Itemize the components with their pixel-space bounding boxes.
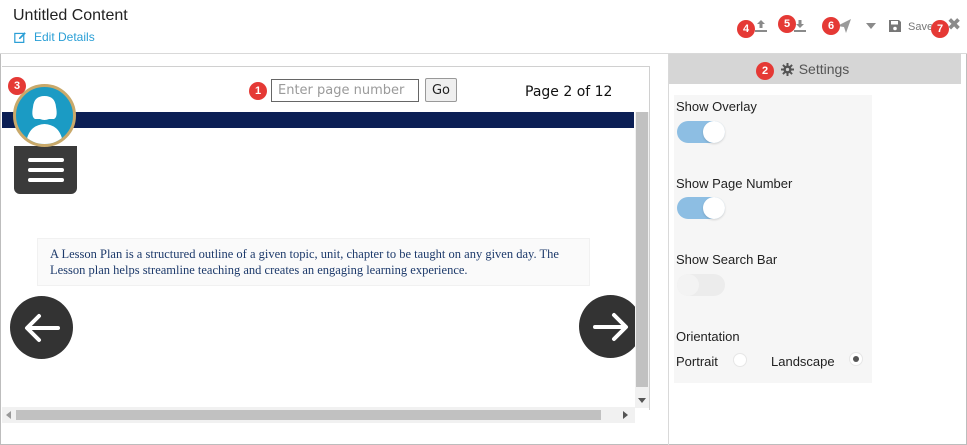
show-page-number-toggle[interactable]: [677, 197, 725, 219]
page-indicator: Page 2 of 12: [525, 84, 613, 100]
horizontal-scrollbar[interactable]: [2, 407, 635, 423]
callout-badge-3: 3: [8, 77, 26, 95]
edit-details-label: Edit Details: [34, 30, 95, 44]
caret-down-icon[interactable]: [862, 17, 880, 35]
landscape-label: Landscape: [771, 354, 835, 369]
show-search-bar-label: Show Search Bar: [676, 252, 778, 267]
scroll-right-icon[interactable]: [623, 411, 628, 419]
arrow-right-icon[interactable]: [579, 295, 642, 358]
callout-badge-5: 5: [778, 15, 796, 33]
callout-badge-4: 4: [737, 20, 755, 38]
callout-badge-2: 2: [756, 62, 774, 80]
close-icon[interactable]: ✖: [947, 15, 961, 35]
user-avatar-icon[interactable]: [13, 84, 76, 147]
scroll-down-icon[interactable]: [638, 398, 646, 403]
settings-title: Settings: [798, 61, 850, 77]
show-overlay-label: Show Overlay: [676, 99, 757, 114]
pencil-icon: [14, 31, 26, 43]
callout-badge-7: 7: [931, 20, 949, 38]
gear-icon: [780, 62, 794, 76]
scroll-left-icon[interactable]: [6, 411, 11, 419]
panel-divider: [668, 54, 669, 445]
content-header-bar: [2, 112, 634, 128]
show-page-number-label: Show Page Number: [676, 176, 793, 191]
portrait-label: Portrait: [676, 354, 718, 369]
page-number-input[interactable]: [271, 79, 419, 102]
vertical-scroll-thumb[interactable]: [636, 112, 648, 387]
hamburger-menu-icon[interactable]: [14, 146, 77, 194]
lesson-plan-text: A Lesson Plan is a structured outline of…: [37, 238, 590, 286]
go-button[interactable]: Go: [425, 78, 457, 102]
arrow-left-icon[interactable]: [10, 296, 73, 359]
content-title: Untitled Content: [13, 7, 128, 24]
callout-badge-6: 6: [822, 17, 840, 35]
settings-header: Settings: [669, 54, 961, 84]
show-search-bar-toggle[interactable]: [677, 274, 725, 296]
vertical-scrollbar[interactable]: [635, 112, 649, 408]
save-button[interactable]: Save: [908, 21, 933, 33]
edit-details-link[interactable]: Edit Details: [14, 30, 95, 44]
orientation-label: Orientation: [676, 329, 740, 344]
landscape-radio[interactable]: [849, 352, 863, 366]
callout-badge-1: 1: [249, 82, 267, 100]
portrait-radio[interactable]: [733, 353, 747, 367]
show-overlay-toggle[interactable]: [677, 121, 725, 143]
horizontal-scroll-thumb[interactable]: [16, 410, 601, 420]
floppy-disk-icon[interactable]: [886, 17, 904, 35]
